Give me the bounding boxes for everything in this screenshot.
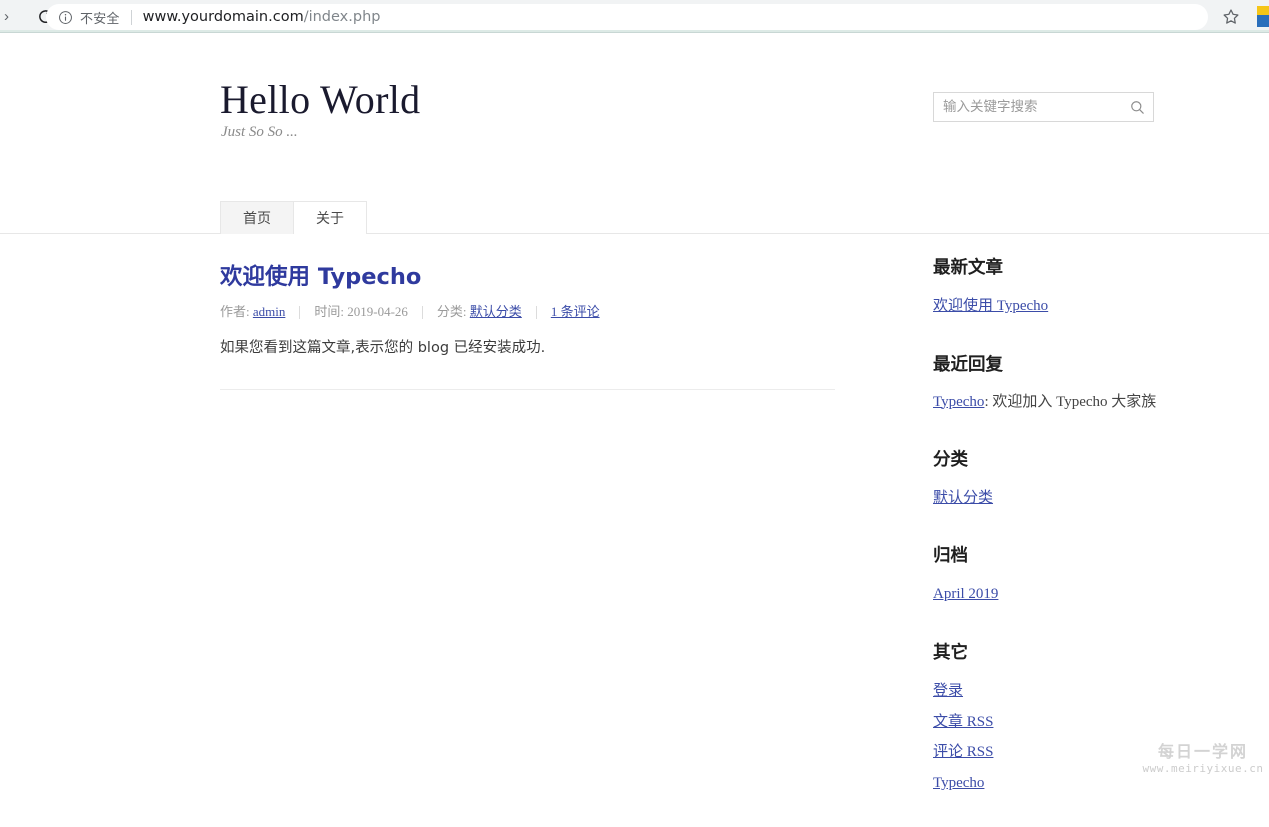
list-item[interactable]: 欢迎使用 Typecho: [933, 295, 1193, 317]
watermark-url: www.meiriyixue.cn: [1142, 762, 1264, 775]
widget-archives: 归档 April 2019: [933, 542, 1193, 605]
comments-rss-link[interactable]: 评论 RSS: [933, 744, 993, 760]
archive-link[interactable]: April 2019: [933, 586, 998, 602]
site-title[interactable]: Hello World: [220, 76, 420, 123]
post-title: 欢迎使用 Typecho: [220, 244, 838, 291]
extension-icon-bottom: [1257, 15, 1269, 27]
recent-post-link[interactable]: 欢迎使用 Typecho: [933, 298, 1048, 314]
archives-list: April 2019: [933, 583, 1193, 605]
widget-title-recent-comments: 最近回复: [933, 354, 1003, 375]
post-meta-author-link[interactable]: admin: [253, 304, 286, 320]
category-link[interactable]: 默认分类: [933, 490, 993, 506]
omnibox-divider: [130, 9, 132, 25]
page-content: Hello World Just So So ... 首页 关于: [0, 34, 1269, 791]
widget-title-archives: 归档: [933, 546, 968, 567]
search-icon: [1130, 100, 1144, 114]
post-article: 欢迎使用 Typecho 作者: admin 时间: 2019-04-26 分类…: [220, 244, 838, 361]
list-item[interactable]: April 2019: [933, 583, 1193, 605]
url-path: /index.php: [303, 9, 381, 25]
recent-comments-list: Typecho: 欢迎加入 Typecho 大家族: [933, 392, 1193, 412]
nav-item-home[interactable]: 首页: [220, 201, 294, 234]
extension-icon[interactable]: [1257, 6, 1269, 27]
site-header: Hello World Just So So ...: [0, 34, 1269, 200]
search-submit-button[interactable]: [1121, 93, 1153, 121]
post-meta-date-value: 2019-04-26: [347, 304, 408, 319]
post-meta-divider: [421, 306, 423, 319]
post-meta: 作者: admin 时间: 2019-04-26 分类: 默认分类 1 条评论: [220, 301, 838, 320]
watermark-title: 每日一学网: [1157, 742, 1248, 761]
list-item[interactable]: 登录: [933, 680, 1193, 702]
post-comments-link[interactable]: 1 条评论: [551, 301, 600, 320]
widget-title-other: 其它: [933, 643, 968, 664]
url-text: www.yourdomain.com/index.php: [143, 9, 381, 25]
widget-title-recent-posts: 最新文章: [933, 258, 1003, 278]
recent-posts-list: 欢迎使用 Typecho: [933, 295, 1193, 317]
typecho-link[interactable]: Typecho: [933, 775, 984, 791]
recent-comment-text: 欢迎加入 Typecho 大家族: [992, 393, 1157, 410]
main-column: 欢迎使用 Typecho 作者: admin 时间: 2019-04-26 分类…: [220, 244, 838, 390]
widget-recent-posts: 最新文章 欢迎使用 Typecho: [933, 254, 1193, 317]
post-meta-comments: 1 条评论: [551, 301, 600, 320]
post-meta-category-link[interactable]: 默认分类: [470, 301, 522, 320]
list-item[interactable]: Typecho: 欢迎加入 Typecho 大家族: [933, 392, 1193, 412]
nav-link-about[interactable]: 关于: [294, 201, 367, 234]
post-meta-divider: [535, 306, 537, 319]
main-navigation: 首页 关于: [0, 200, 1269, 234]
post-meta-category-label: 分类:: [436, 304, 467, 319]
list-item[interactable]: 默认分类: [933, 487, 1193, 509]
posts-rss-link[interactable]: 文章 RSS: [933, 714, 993, 730]
post-meta-author: 作者: admin: [220, 301, 285, 320]
search-form[interactable]: [933, 92, 1154, 122]
nav-item-about[interactable]: 关于: [294, 201, 367, 234]
browser-toolbar: › 不安全 www.yourdomain.com/index.php: [0, 0, 1269, 33]
widget-categories: 分类 默认分类: [933, 446, 1193, 509]
forward-button[interactable]: ›: [0, 1, 30, 31]
nav-link-home[interactable]: 首页: [220, 201, 294, 234]
login-link[interactable]: 登录: [933, 683, 963, 699]
info-circle-icon[interactable]: [58, 10, 73, 25]
categories-list: 默认分类: [933, 487, 1193, 509]
search-input[interactable]: [934, 93, 1121, 121]
post-meta-author-label: 作者:: [220, 304, 250, 319]
bookmark-star-button[interactable]: [1221, 7, 1241, 27]
site-description: Just So So ...: [221, 124, 298, 140]
post-meta-divider: [299, 306, 301, 319]
post-body: 如果您看到这篇文章,表示您的 blog 已经安装成功.: [220, 340, 546, 356]
url-host: www.yourdomain.com: [142, 9, 304, 25]
post-meta-date-label: 时间:: [314, 304, 344, 319]
security-status-label: 不安全: [80, 11, 120, 27]
list-item[interactable]: 文章 RSS: [933, 711, 1193, 733]
post-meta-date: 时间: 2019-04-26: [314, 301, 408, 320]
post-meta-category: 分类: 默认分类: [437, 301, 522, 320]
extension-icon-top: [1257, 6, 1269, 15]
widget-recent-comments: 最近回复 Typecho: 欢迎加入 Typecho 大家族: [933, 351, 1193, 412]
nav-list: 首页 关于: [220, 200, 367, 234]
widget-title-categories: 分类: [933, 449, 968, 470]
address-bar[interactable]: 不安全 www.yourdomain.com/index.php: [46, 4, 1208, 30]
chevron-right-icon: ›: [4, 7, 9, 25]
post-divider: [220, 388, 835, 390]
recent-comment-author-link[interactable]: Typecho: [933, 394, 984, 410]
post-title-link[interactable]: 欢迎使用 Typecho: [220, 264, 421, 290]
watermark: 每日一学网 www.meiriyixue.cn: [1141, 742, 1265, 780]
star-icon: [1223, 9, 1239, 24]
